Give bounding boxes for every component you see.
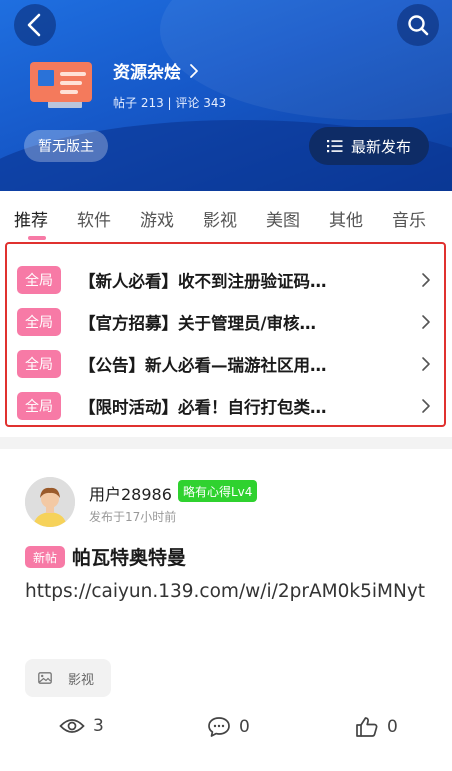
pinned-item[interactable]: 全局 【官方招募】关于管理员/审核… [17,306,437,338]
post-time: 发布于17小时前 [89,510,177,524]
global-badge: 全局 [17,350,61,378]
comment-count: 0 [239,717,250,737]
search-icon [408,15,429,36]
latest-post-button[interactable]: 最新发布 [309,127,429,165]
user-avatar-icon [25,477,75,527]
new-post-badge: 新帖 [25,546,65,568]
latest-post-label: 最新发布 [350,137,411,156]
pinned-title: 【公告】新人必看—瑞游社区用… [79,356,327,375]
like-action[interactable]: 0 [355,716,398,738]
post-tag[interactable]: 影视 [25,659,111,697]
views-count: 3 [93,716,104,736]
chevron-right-icon [190,63,198,78]
pinned-posts: 全局 【新人必看】收不到注册验证码… 全局 【官方招募】关于管理员/审核… 全局… [5,242,446,427]
pinned-title: 【官方招募】关于管理员/审核… [79,314,317,333]
views-action[interactable]: 3 [59,716,104,736]
username[interactable]: 用户28986 [89,481,172,505]
tab-games[interactable]: 游戏 [140,196,174,240]
post-body[interactable]: https://caiyun.139.com/w/i/2prAM0k5iMNyt [25,576,433,607]
pinned-item[interactable]: 全局 【限时活动】必看！自行打包类… [17,390,437,422]
image-icon [38,672,52,684]
category-tabs: 推荐 软件 游戏 影视 美图 其他 音乐 [0,196,452,240]
search-button[interactable] [397,4,439,46]
chevron-right-icon [422,273,430,287]
like-count: 0 [387,717,398,737]
tab-images[interactable]: 美图 [266,196,300,240]
back-button[interactable] [14,4,56,46]
list-icon [326,140,343,153]
chevron-right-icon [422,357,430,371]
pinned-item[interactable]: 全局 【公告】新人必看—瑞游社区用… [17,348,437,380]
pinned-item[interactable]: 全局 【新人必看】收不到注册验证码… [17,264,437,296]
avatar[interactable] [25,477,75,527]
section-divider [0,437,452,449]
pinned-title: 【限时活动】必看！自行打包类… [79,398,327,417]
post-tag-label: 影视 [68,672,95,688]
comment-icon [208,717,230,737]
global-badge: 全局 [17,266,61,294]
tab-software[interactable]: 软件 [77,196,111,240]
forum-name: 资源杂烩 [113,63,181,83]
chevron-right-icon [422,399,430,413]
global-badge: 全局 [17,392,61,420]
post-title[interactable]: 帕瓦特奥特曼 [72,543,186,570]
chevron-right-icon [422,315,430,329]
moderator-badge[interactable]: 暂无版主 [24,130,108,162]
eye-icon [59,719,85,733]
forum-stats: 帖子 213 | 评论 343 [113,96,227,110]
tab-recommended[interactable]: 推荐 [14,196,48,240]
tab-music[interactable]: 音乐 [392,196,426,240]
pinned-title: 【新人必看】收不到注册验证码… [79,272,327,291]
tab-movies[interactable]: 影视 [203,196,237,240]
global-badge: 全局 [17,308,61,336]
back-arrow-icon [27,13,41,37]
forum-title[interactable]: 资源杂烩 [113,58,199,83]
thumbs-up-icon [356,717,378,737]
comment-action[interactable]: 0 [207,716,250,738]
tab-other[interactable]: 其他 [329,196,363,240]
level-badge: 略有心得Lv4 [178,480,258,502]
forum-board-icon [30,62,92,108]
forum-header: 资源杂烩 帖子 213 | 评论 343 暂无版主 最新发布 [0,0,452,191]
